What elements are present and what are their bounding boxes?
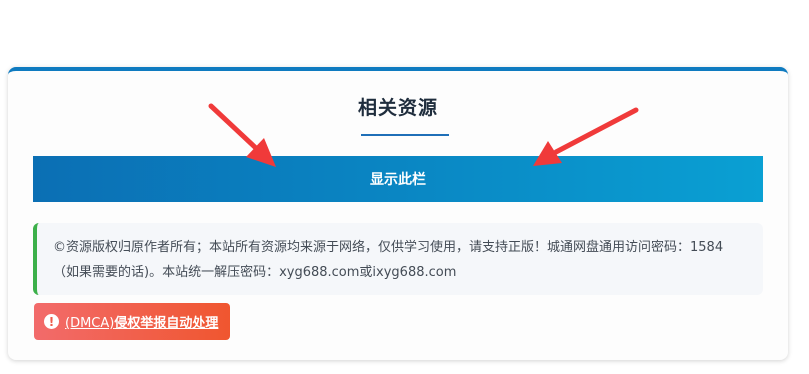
related-resources-card: 相关资源 显示此栏 ©资源版权归原作者所有；本站所有资源均来源于网络，仅供学习使… (8, 67, 788, 360)
show-section-button-label: 显示此栏 (370, 172, 426, 188)
dmca-report-button[interactable]: ! (DMCA)侵权举报自动处理 (34, 303, 231, 340)
section-title: 相关资源 (357, 97, 438, 119)
show-section-button[interactable]: 显示此栏 (33, 156, 763, 202)
dmca-label: 侵权举报自动处理 (114, 316, 219, 331)
copyright-notice-text: ©资源版权归原作者所有；本站所有资源均来源于网络，仅供学习使用，请支持正版！城通… (53, 240, 724, 280)
dmca-report-label: (DMCA)侵权举报自动处理 (65, 312, 218, 331)
copyright-notice: ©资源版权归原作者所有；本站所有资源均来源于网络，仅供学习使用，请支持正版！城通… (33, 223, 763, 295)
dmca-prefix: (DMCA) (65, 316, 115, 331)
exclamation-circle-icon: ! (44, 314, 59, 329)
title-underline (361, 134, 449, 136)
